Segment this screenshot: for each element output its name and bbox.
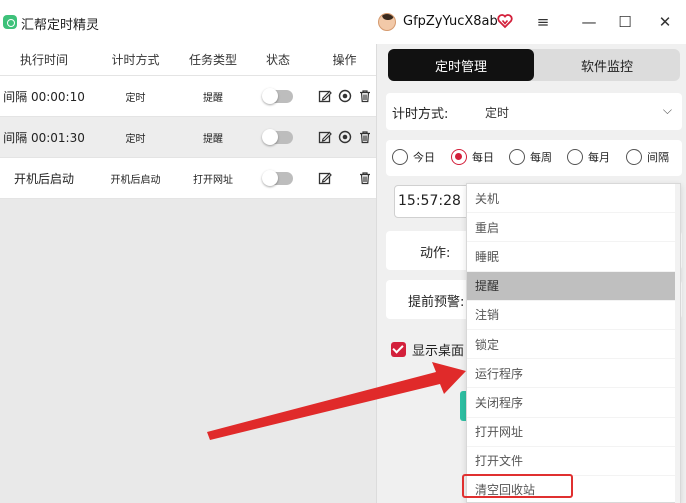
annotation-arrow-icon bbox=[207, 362, 466, 440]
